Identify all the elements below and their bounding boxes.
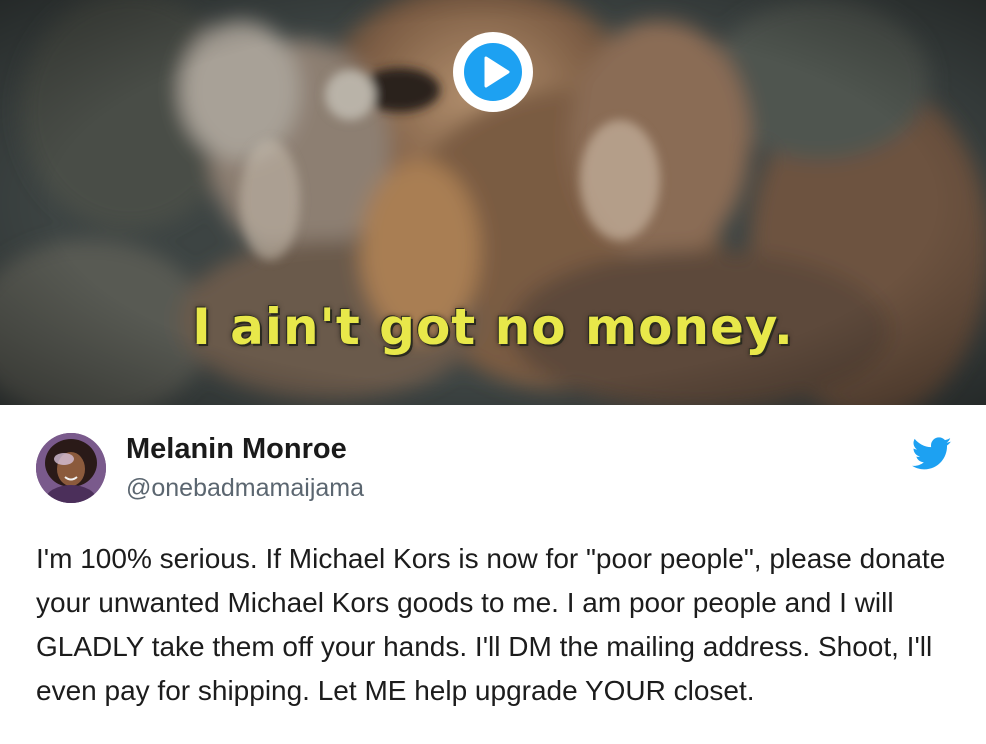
play-button[interactable] xyxy=(453,32,533,112)
display-name[interactable]: Melanin Monroe xyxy=(126,433,347,466)
tweet-page: I ain't got no money. Melanin Monroe @on… xyxy=(0,0,986,744)
avatar-image xyxy=(36,433,106,503)
video-media[interactable]: I ain't got no money. xyxy=(0,0,986,405)
play-icon xyxy=(464,43,522,101)
video-caption: I ain't got no money. xyxy=(192,298,794,356)
tweet-text: I'm 100% serious. If Michael Kors is now… xyxy=(36,543,946,706)
tweet-card: Melanin Monroe @onebadmamaijama I'm 100%… xyxy=(0,405,986,744)
avatar[interactable] xyxy=(36,433,106,503)
twitter-bird-icon[interactable] xyxy=(912,437,952,471)
user-handle[interactable]: @onebadmamaijama xyxy=(126,474,364,503)
